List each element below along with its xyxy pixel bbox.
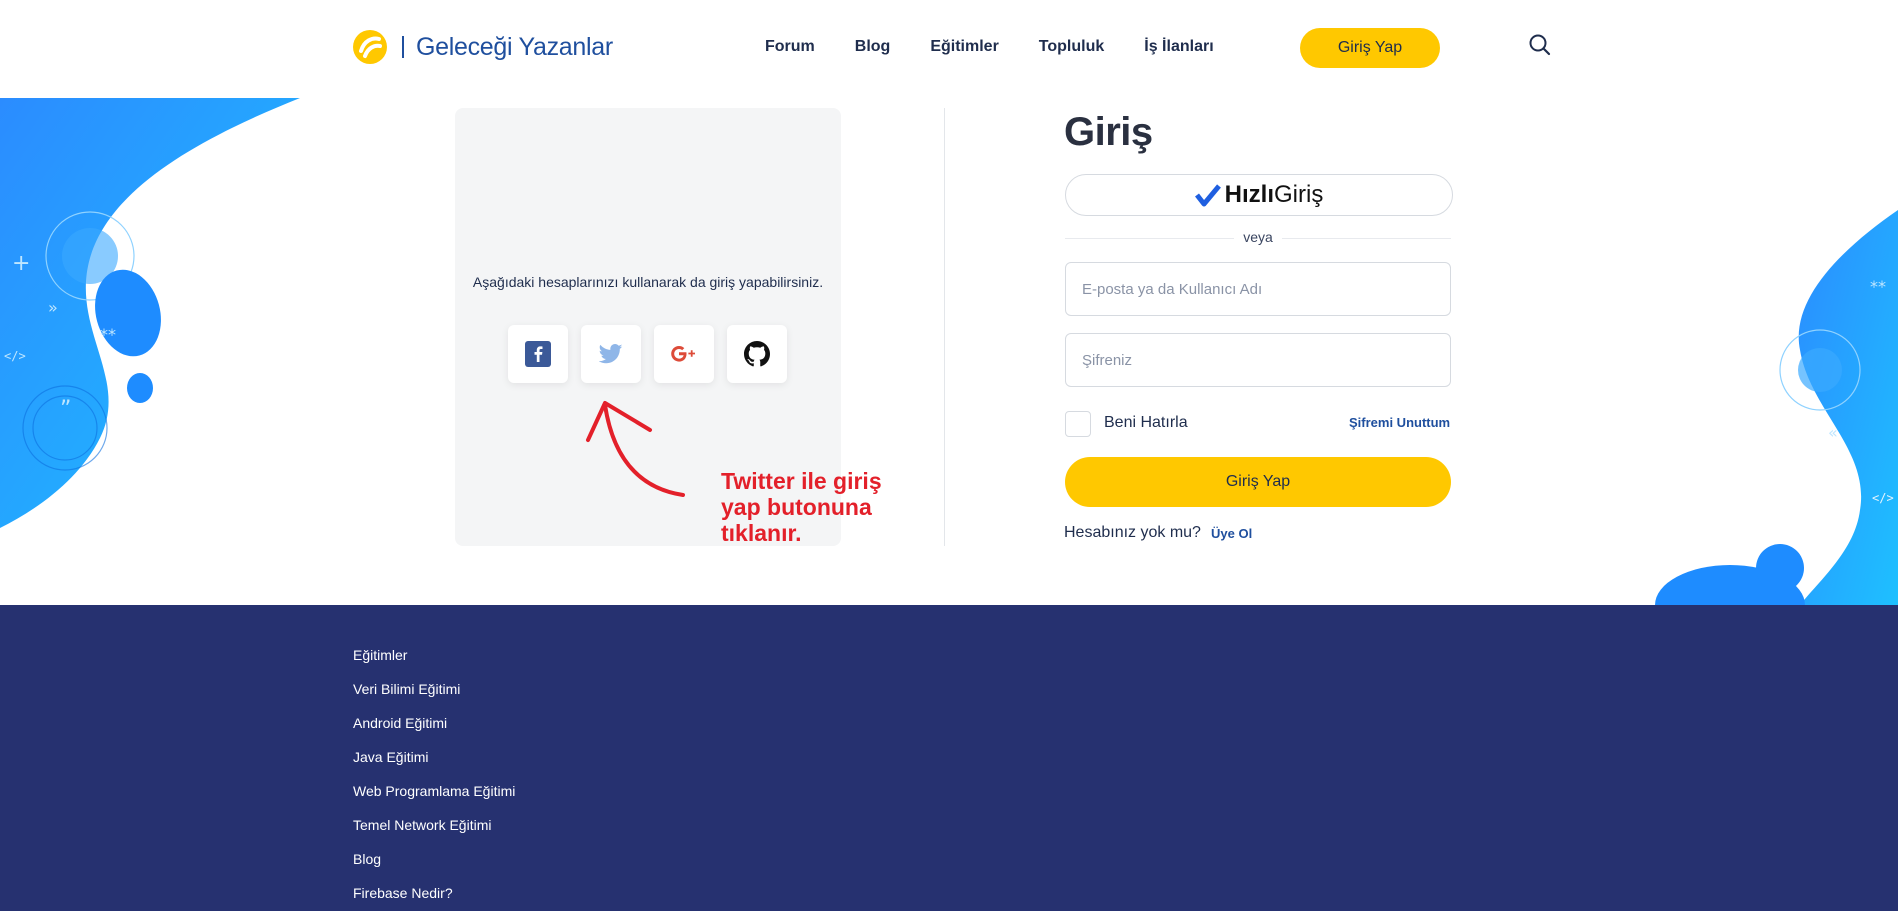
- annotation-line-3: tıklanır.: [721, 520, 802, 546]
- footer-link-web-programlama[interactable]: Web Programlama Eğitimi: [353, 783, 515, 817]
- quick-login-bold: Hızlı: [1224, 181, 1274, 208]
- red-arrow-annotation-icon: [586, 401, 685, 497]
- social-login-buttons: [508, 325, 800, 383]
- social-login-text: Aşağıdaki hesaplarınızı kullanarak da gi…: [472, 274, 824, 290]
- logo-separator: [402, 36, 404, 58]
- email-field[interactable]: [1065, 262, 1451, 316]
- svg-text:</>: </>: [4, 349, 26, 363]
- footer-link-blog[interactable]: Blog: [353, 851, 515, 885]
- footer-link-android[interactable]: Android Eğitimi: [353, 715, 515, 749]
- google-plus-icon: [671, 346, 695, 362]
- svg-text:«: «: [1828, 423, 1838, 442]
- svg-text:»: »: [48, 298, 58, 317]
- search-icon[interactable]: [1528, 33, 1552, 62]
- footer-link-egitimler[interactable]: Eğitimler: [353, 647, 515, 681]
- or-text: veya: [1234, 229, 1282, 245]
- quick-login-light: Giriş: [1274, 181, 1324, 208]
- nav-item-egitimler[interactable]: Eğitimler: [930, 38, 998, 56]
- brand-name: Geleceği Yazanlar: [416, 32, 613, 61]
- annotation-line-1: Twitter ile giriş: [721, 468, 882, 494]
- page-title: Giriş: [1064, 110, 1153, 154]
- remember-me-label: Beni Hatırla: [1104, 414, 1188, 431]
- forgot-password-link[interactable]: Şifremi Unuttum: [1349, 415, 1450, 430]
- footer-link-veri-bilimi[interactable]: Veri Bilimi Eğitimi: [353, 681, 515, 715]
- checkmark-icon: [1194, 184, 1221, 207]
- facebook-login-button[interactable]: [508, 325, 568, 383]
- nav-item-blog[interactable]: Blog: [855, 38, 891, 56]
- svg-text:**: **: [100, 325, 116, 344]
- left-decor-illustration: + » </> ” **: [0, 98, 300, 528]
- annotation-line-2: yap butonuna: [721, 494, 872, 520]
- site-logo[interactable]: Geleceği Yazanlar: [352, 29, 613, 65]
- footer-link-temel-network[interactable]: Temel Network Eğitimi: [353, 817, 515, 851]
- nav-item-topluluk[interactable]: Topluluk: [1039, 38, 1104, 56]
- annotation-text: Twitter ile giriş yap butonuna tıklanır.: [721, 468, 921, 546]
- site-footer: Eğitimler Veri Bilimi Eğitimi Android Eğ…: [0, 605, 1898, 911]
- site-header: Geleceği Yazanlar Forum Blog Eğitimler T…: [0, 0, 1898, 98]
- password-field[interactable]: [1065, 333, 1451, 387]
- github-icon: [744, 341, 770, 367]
- footer-links: Eğitimler Veri Bilimi Eğitimi Android Eğ…: [353, 647, 515, 919]
- header-login-button[interactable]: Giriş Yap: [1300, 28, 1440, 68]
- svg-text:”: ”: [60, 397, 71, 422]
- svg-text:**: **: [1870, 277, 1886, 296]
- main-nav: Forum Blog Eğitimler Topluluk İş İlanlar…: [765, 38, 1254, 56]
- remember-me-checkbox[interactable]: [1065, 411, 1091, 437]
- google-plus-login-button[interactable]: [654, 325, 714, 383]
- svg-text:</>: </>: [1872, 491, 1894, 505]
- login-submit-button[interactable]: Giriş Yap: [1065, 457, 1451, 507]
- signup-question: Hesabınız yok mu?: [1064, 524, 1201, 541]
- vertical-divider: [944, 108, 945, 546]
- facebook-icon: [525, 341, 551, 367]
- twitter-login-button[interactable]: [581, 325, 641, 383]
- quick-login-button[interactable]: Hızlı Giriş: [1065, 174, 1453, 216]
- signup-link[interactable]: Üye Ol: [1211, 526, 1252, 541]
- twitter-icon: [599, 344, 623, 364]
- nav-item-forum[interactable]: Forum: [765, 38, 815, 56]
- github-login-button[interactable]: [727, 325, 787, 383]
- nav-item-is-ilanlari[interactable]: İş İlanları: [1144, 38, 1213, 56]
- turkcell-logo-icon: [353, 30, 387, 64]
- right-decor-illustration: </> « **: [1655, 210, 1898, 605]
- footer-link-firebase[interactable]: Firebase Nedir?: [353, 885, 515, 919]
- svg-text:+: +: [12, 251, 30, 276]
- footer-link-java[interactable]: Java Eğitimi: [353, 749, 515, 783]
